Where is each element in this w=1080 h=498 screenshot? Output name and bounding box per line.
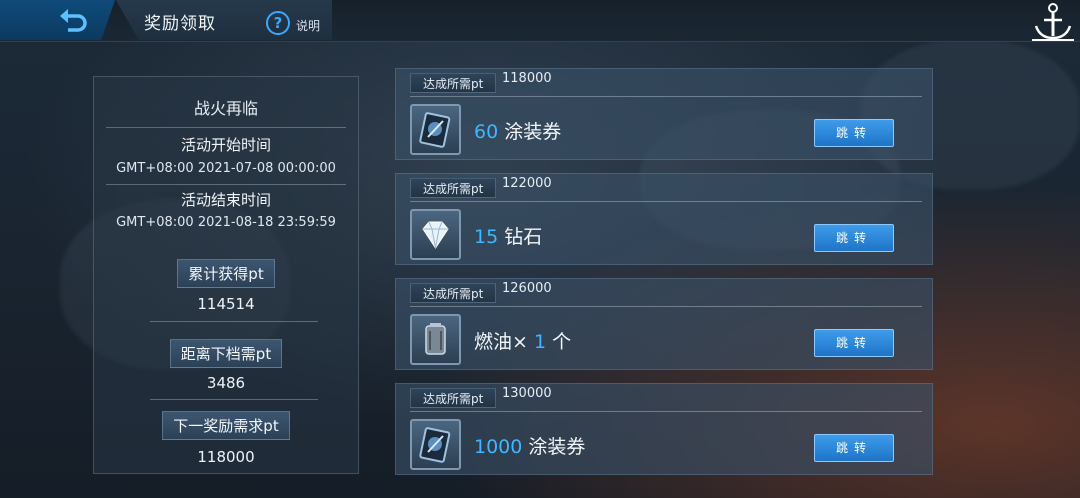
event-name: 战火再临 bbox=[193, 99, 258, 118]
reward-row: 达成所需pt 122000 15 钻石 跳转 bbox=[395, 173, 933, 265]
next-pt-block: 下一奖励需求pt bbox=[94, 411, 358, 440]
reward-row: 达成所需pt 126000 燃油× 1 个 跳转 bbox=[395, 278, 933, 370]
next-pt-value: 118000 bbox=[197, 448, 255, 466]
reward-name: 涂装券 bbox=[528, 436, 586, 458]
distance-pt-value: 3486 bbox=[206, 374, 246, 392]
top-bar: 奖励领取 ? 说明 bbox=[0, 0, 1080, 42]
reward-quantity: 15 bbox=[474, 226, 499, 248]
back-arrow-icon bbox=[60, 9, 87, 32]
accumulated-pt-block: 累计获得pt bbox=[94, 259, 358, 288]
divider bbox=[410, 306, 922, 307]
end-time-value: GMT+08:00 2021-08-18 23:59:59 bbox=[116, 215, 336, 230]
reward-row: 达成所需pt 118000 60 涂装券 跳转 bbox=[395, 68, 933, 160]
reward-text: 1000 涂装券 bbox=[474, 432, 585, 459]
skin-ticket-icon bbox=[410, 104, 461, 155]
reward-name: 涂装券 bbox=[504, 121, 562, 143]
skin-ticket-icon bbox=[410, 419, 461, 470]
required-pt-value: 130000 bbox=[502, 386, 552, 401]
required-pt-label: 达成所需pt bbox=[410, 178, 497, 198]
page-title: 奖励领取 bbox=[144, 14, 216, 34]
reward-name: 燃油× bbox=[474, 331, 534, 353]
reward-text: 15 钻石 bbox=[474, 222, 542, 249]
divider bbox=[410, 411, 922, 412]
reward-name: 钻石 bbox=[504, 226, 543, 248]
event-info-panel: 战火再临 活动开始时间 GMT+08:00 2021-07-08 00:00:0… bbox=[93, 76, 359, 474]
required-pt-label: 达成所需pt bbox=[410, 73, 497, 93]
distance-pt-block: 距离下档需pt bbox=[94, 339, 358, 368]
accumulated-pt-label: 累计获得pt bbox=[177, 259, 275, 288]
help-icon[interactable]: ? bbox=[266, 11, 290, 35]
reward-text: 60 涂装券 bbox=[474, 117, 561, 144]
reward-quantity: 60 bbox=[474, 121, 499, 143]
jump-button[interactable]: 跳转 bbox=[814, 329, 894, 357]
divider bbox=[106, 127, 346, 128]
reward-row: 达成所需pt 130000 1000 涂装券 跳转 bbox=[395, 383, 933, 475]
help-label[interactable]: 说明 bbox=[296, 17, 320, 34]
reward-quantity: 1000 bbox=[474, 436, 523, 458]
next-pt-label: 下一奖励需求pt bbox=[162, 411, 290, 440]
jump-button[interactable]: 跳转 bbox=[814, 224, 894, 252]
reward-text: 燃油× 1 个 bbox=[474, 327, 571, 354]
diamond-icon bbox=[410, 209, 461, 260]
start-time-value: GMT+08:00 2021-07-08 00:00:00 bbox=[116, 161, 336, 176]
accumulated-pt-value: 114514 bbox=[197, 295, 255, 313]
required-pt-label: 达成所需pt bbox=[410, 283, 497, 303]
divider bbox=[150, 399, 318, 400]
fuel-icon bbox=[410, 314, 461, 365]
divider bbox=[106, 184, 346, 185]
distance-pt-label: 距离下档需pt bbox=[169, 339, 283, 368]
jump-button[interactable]: 跳转 bbox=[814, 434, 894, 462]
required-pt-value: 126000 bbox=[502, 281, 552, 296]
reward-quantity: 1 bbox=[533, 331, 547, 353]
required-pt-value: 122000 bbox=[502, 176, 552, 191]
end-time-label: 活动结束时间 bbox=[180, 191, 271, 209]
back-button[interactable] bbox=[0, 0, 115, 40]
divider bbox=[410, 96, 922, 97]
required-pt-label: 达成所需pt bbox=[410, 388, 497, 408]
required-pt-value: 118000 bbox=[502, 71, 552, 86]
jump-button[interactable]: 跳转 bbox=[814, 119, 894, 147]
reward-unit: 个 bbox=[552, 331, 572, 353]
divider bbox=[150, 321, 318, 322]
start-time-label: 活动开始时间 bbox=[180, 136, 271, 154]
anchor-icon[interactable] bbox=[1030, 0, 1076, 42]
divider bbox=[410, 201, 922, 202]
